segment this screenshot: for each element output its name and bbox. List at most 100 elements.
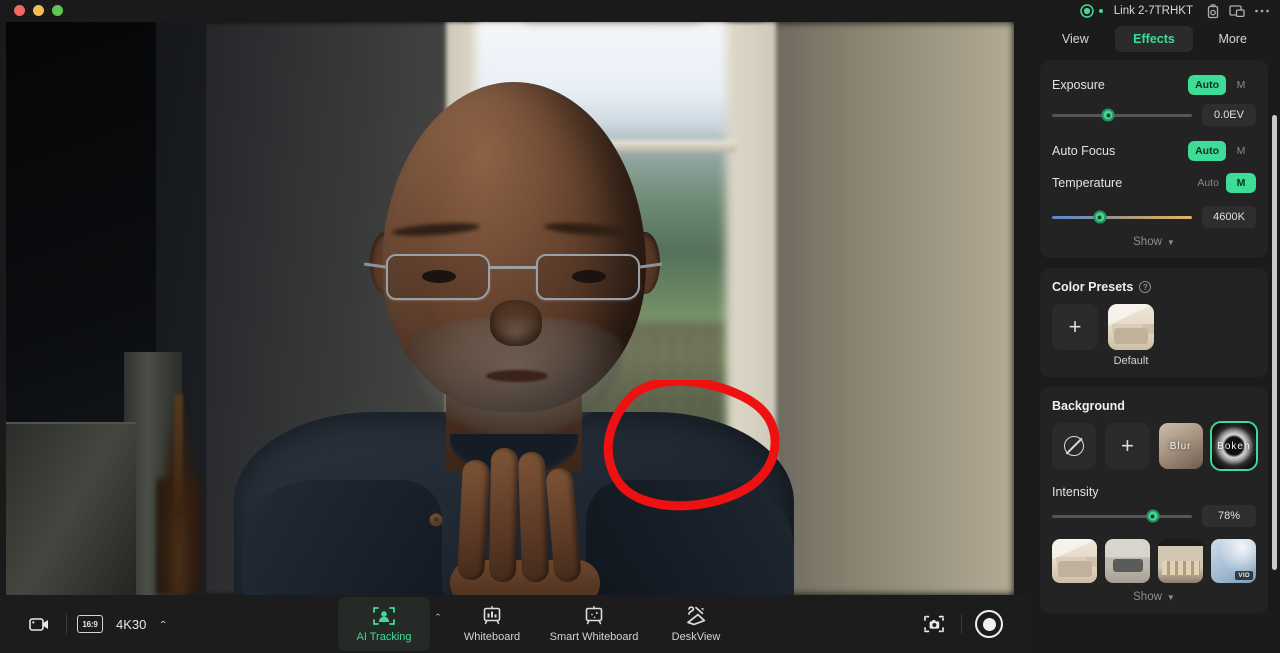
record-button-dot (982, 617, 996, 631)
person-thumb (429, 513, 443, 526)
whiteboard-icon (481, 605, 503, 627)
person-left-eye (422, 270, 456, 283)
video-camera-icon[interactable] (22, 607, 56, 641)
temperature-auto-button[interactable]: Auto (1190, 173, 1226, 193)
record-icon[interactable] (972, 607, 1006, 641)
background-blur-button[interactable]: Blur (1158, 423, 1203, 469)
bottom-toolbar: 16:9 4K30 ⌃ AI Tracking ⌃ Whiteboard Sma… (0, 595, 1028, 653)
deskview-icon (684, 605, 708, 627)
picture-in-picture-icon[interactable] (1229, 4, 1245, 18)
temperature-slider-row: 4600K (1052, 206, 1256, 228)
minimize-button[interactable] (33, 5, 44, 16)
temperature-slider[interactable] (1052, 210, 1192, 224)
background-none-button[interactable] (1052, 423, 1097, 469)
tab-effects[interactable]: Effects (1114, 26, 1194, 52)
background-thumbnail[interactable] (1158, 539, 1203, 583)
device-name: Link 2-7TRHKT (1113, 5, 1193, 17)
camera-controls-show-more[interactable]: Show ▼ (1052, 236, 1256, 248)
panel-scrollbar[interactable] (1272, 115, 1277, 570)
autofocus-row: Auto Focus Auto M (1052, 138, 1256, 164)
temperature-mode-toggle: Auto M (1190, 173, 1256, 193)
video-preview[interactable] (6, 22, 1014, 595)
mode-label: DeskView (671, 631, 721, 643)
exposure-slider[interactable] (1052, 108, 1192, 122)
intensity-slider-thumb[interactable] (1146, 509, 1160, 523)
video-scene (6, 22, 1014, 595)
color-presets-card: Color Presets ? + Default (1040, 268, 1268, 377)
scene-door (6, 422, 136, 595)
toolbar-right-group (917, 595, 1006, 653)
background-thumbnail[interactable] (1105, 539, 1150, 583)
temperature-manual-button[interactable]: M (1226, 173, 1256, 193)
resolution-label[interactable]: 4K30 (116, 617, 146, 632)
add-color-preset-button[interactable]: + (1052, 304, 1098, 350)
exposure-row: Exposure Auto M (1052, 72, 1256, 98)
background-thumbnails: VID (1052, 539, 1256, 583)
more-options-icon[interactable] (1254, 8, 1270, 14)
tab-view[interactable]: View (1036, 26, 1115, 52)
no-background-icon (1064, 436, 1085, 456)
background-show-more[interactable]: Show ▼ (1052, 591, 1256, 603)
autofocus-label: Auto Focus (1052, 144, 1116, 158)
mode-label: Smart Whiteboard (549, 631, 639, 643)
mode-deskview[interactable]: DeskView (650, 597, 742, 651)
temperature-slider-thumb[interactable] (1093, 210, 1107, 224)
panel-tabs: View Effects More (1028, 22, 1280, 56)
exposure-value[interactable]: 0.0EV (1202, 104, 1256, 126)
exposure-mode-toggle: Auto M (1188, 75, 1256, 95)
autofocus-manual-button[interactable]: M (1226, 141, 1256, 161)
background-bokeh-button[interactable]: Bokeh (1211, 423, 1256, 469)
toolbar-left-group: 16:9 4K30 ⌃ (0, 607, 168, 641)
intensity-label: Intensity (1052, 485, 1099, 499)
temperature-value[interactable]: 4600K (1202, 206, 1256, 228)
intensity-slider[interactable] (1052, 509, 1192, 523)
exposure-label: Exposure (1052, 78, 1105, 92)
exposure-slider-thumb[interactable] (1101, 108, 1115, 122)
camera-hub-window: 16:9 4K30 ⌃ AI Tracking ⌃ Whiteboard Sma… (0, 0, 1280, 653)
person-hands (429, 444, 612, 595)
intensity-value[interactable]: 78% (1202, 505, 1256, 527)
aspect-ratio-button[interactable]: 16:9 (77, 615, 103, 633)
mode-whiteboard[interactable]: Whiteboard (446, 597, 538, 651)
window-titlebar (0, 0, 1028, 22)
tab-more[interactable]: More (1193, 26, 1272, 52)
mode-ai-tracking[interactable]: AI Tracking (338, 597, 430, 651)
close-button[interactable] (14, 5, 25, 16)
color-preset-item[interactable]: Default (1108, 304, 1154, 367)
panel-scroll-area[interactable]: Exposure Auto M 0.0EV Auto Focus Auto M … (1028, 60, 1280, 653)
record-button-ring[interactable] (975, 610, 1003, 638)
resolution-chevron-up-icon[interactable]: ⌃ (158, 619, 167, 630)
exposure-slider-row: 0.0EV (1052, 104, 1256, 126)
show-label: Show (1133, 591, 1162, 603)
show-label: Show (1133, 236, 1162, 248)
question-mark-icon[interactable]: ? (1139, 281, 1152, 293)
maximize-button[interactable] (52, 5, 63, 16)
red-ellipse-annotation (603, 380, 780, 511)
color-preset-thumbnail[interactable] (1108, 304, 1154, 350)
background-options: + Blur Bokeh (1052, 423, 1256, 469)
panel-header: Link 2-7TRHKT (1028, 0, 1280, 22)
mode-smart-whiteboard[interactable]: Smart Whiteboard (538, 597, 650, 651)
add-background-button[interactable]: + (1105, 423, 1150, 469)
intensity-slider-row: 78% (1052, 505, 1256, 527)
toolbar-divider (66, 614, 67, 634)
mode-chevron-up-icon[interactable]: ⌃ (430, 613, 446, 622)
smart-whiteboard-icon (583, 605, 605, 627)
color-presets-title-row: Color Presets ? (1052, 280, 1256, 294)
connection-status-dot (1098, 9, 1103, 13)
mode-label: AI Tracking (356, 631, 412, 643)
person-finger (517, 451, 550, 583)
autofocus-mode-toggle: Auto M (1188, 141, 1256, 161)
autofocus-auto-button[interactable]: Auto (1188, 141, 1226, 161)
camera-settings-icon[interactable] (1206, 3, 1220, 19)
snapshot-icon[interactable] (917, 607, 951, 641)
background-thumbnail[interactable] (1052, 539, 1097, 583)
exposure-manual-button[interactable]: M (1226, 75, 1256, 95)
background-thumbnail[interactable]: VID (1211, 539, 1256, 583)
temperature-label: Temperature (1052, 176, 1123, 190)
chevron-down-icon: ▼ (1166, 237, 1175, 247)
traffic-lights (14, 5, 63, 16)
person-lips (486, 370, 548, 382)
toolbar-divider (961, 614, 962, 634)
exposure-auto-button[interactable]: Auto (1188, 75, 1226, 95)
